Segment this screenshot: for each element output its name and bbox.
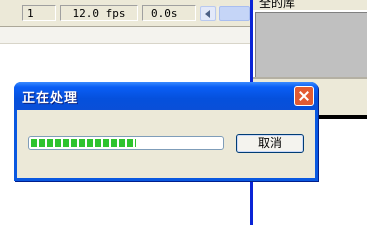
- horizontal-scrollbar-thumb[interactable]: [219, 6, 250, 21]
- dialog-title: 正在处理: [22, 91, 79, 106]
- progress-fill: [31, 139, 136, 147]
- timeline-ruler-strip: [0, 27, 250, 44]
- scroll-left-arrow-icon[interactable]: [200, 6, 216, 21]
- processing-dialog: 正在处理 取消: [14, 82, 318, 181]
- timeline-status-bar: 1 12.0 fps 0.0s: [0, 0, 250, 27]
- progress-bar: [28, 136, 224, 150]
- elapsed-time-field: 0.0s: [142, 5, 196, 21]
- dialog-body: 取消: [17, 110, 315, 178]
- close-icon[interactable]: [294, 86, 314, 106]
- current-frame-field: 1: [22, 5, 56, 21]
- library-title: 全的库: [259, 0, 296, 10]
- library-header: 全的库: [253, 0, 367, 10]
- frame-rate-field[interactable]: 12.0 fps: [60, 5, 138, 21]
- library-preview-area: [255, 12, 367, 77]
- dialog-title-bar[interactable]: 正在处理: [14, 82, 318, 110]
- cancel-button[interactable]: 取消: [236, 134, 304, 153]
